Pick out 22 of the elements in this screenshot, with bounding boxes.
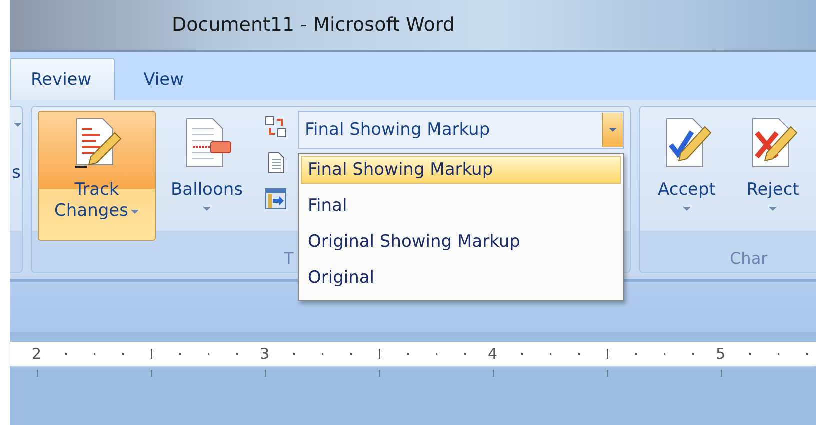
- ribbon-button[interactable]: Accept: [646, 111, 728, 241]
- group-label: T: [284, 248, 294, 270]
- caret-icon: [131, 210, 140, 214]
- menu-item[interactable]: Final: [301, 188, 621, 224]
- ribbon-button[interactable]: Track Changes: [38, 111, 156, 241]
- caret-icon: [768, 207, 777, 211]
- ribbon-tab[interactable]: View: [122, 58, 207, 100]
- group-label: Char: [730, 248, 768, 270]
- button-label: s: [12, 163, 21, 183]
- caret-icon: [609, 128, 617, 132]
- ribbon-button[interactable]: Reject: [732, 111, 814, 241]
- grid-arrows-icon: [265, 116, 287, 138]
- caret-icon: [203, 207, 211, 211]
- markup-dropdown[interactable]: Final Showing Markup: [298, 111, 624, 149]
- ribbon-button[interactable]: Balloons: [160, 111, 254, 241]
- window-title: Document11 - Microsoft Word: [172, 14, 455, 36]
- menu-item[interactable]: Original: [301, 260, 621, 296]
- caret-icon: [682, 207, 691, 211]
- menu-item[interactable]: Original Showing Markup: [301, 224, 621, 260]
- ribbon-tab[interactable]: Review: [10, 58, 115, 100]
- menu-item[interactable]: Final Showing Markup: [301, 156, 621, 184]
- caret-icon: [14, 123, 22, 127]
